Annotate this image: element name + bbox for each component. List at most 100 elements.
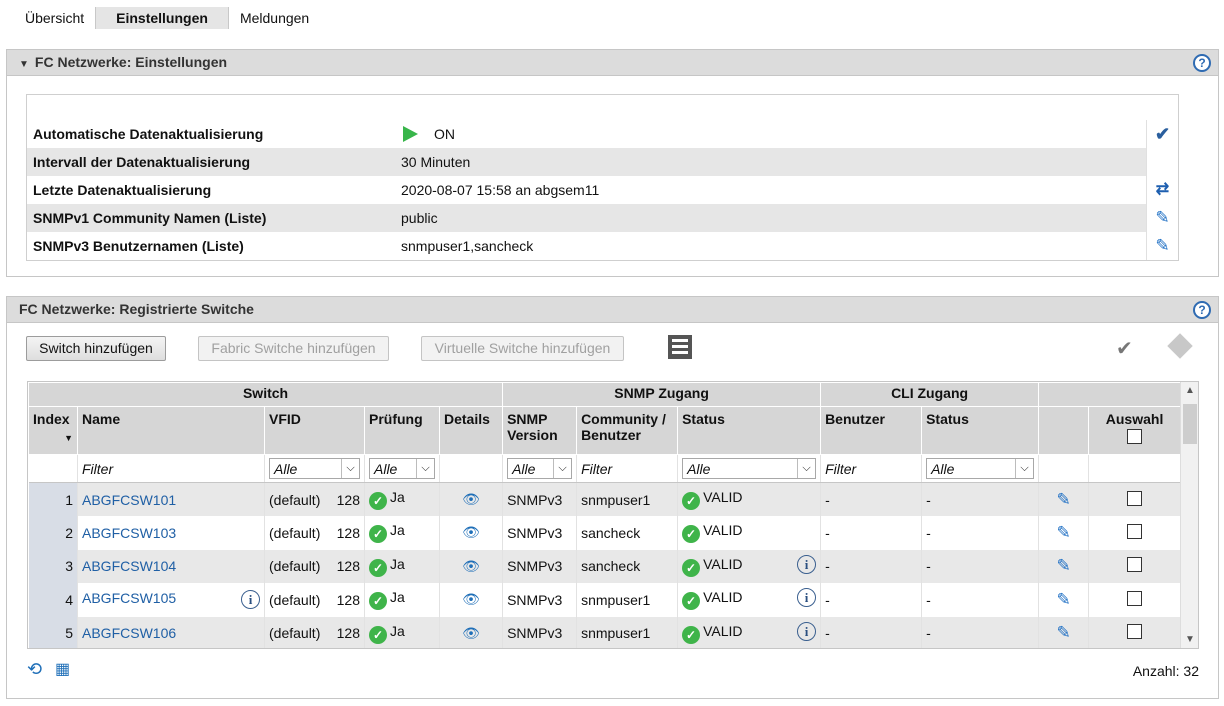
refresh-icon[interactable]: ⇄ xyxy=(1156,176,1169,204)
info-icon[interactable]: i xyxy=(797,621,817,641)
check-ok-icon: ✓ xyxy=(369,492,387,510)
scroll-thumb[interactable] xyxy=(1183,404,1197,444)
info-icon[interactable]: i xyxy=(797,588,817,608)
edit-pencil-icon[interactable]: ✎ xyxy=(1056,623,1070,642)
column-header-pruefung[interactable]: Prüfung xyxy=(364,406,440,455)
switch-name-link[interactable]: ABGFCSW105 xyxy=(82,590,176,606)
check-ok-icon: ✓ xyxy=(682,592,701,611)
setting-row-snmpv3: SNMPv3 Benutzernamen (Liste) snmpuser1,s… xyxy=(27,232,1178,260)
apply-check-icon[interactable]: ✔ xyxy=(1116,336,1133,361)
tab-einstellungen[interactable]: Einstellungen xyxy=(95,7,229,29)
edit-pencil-icon[interactable]: ✎ xyxy=(1056,523,1070,542)
group-header-cli: CLI Zugang xyxy=(820,382,1040,407)
table-row: 2 ABGFCSW103 (default) 128 ✓ Ja 👁 SNMPv3 s… xyxy=(28,516,1182,550)
switch-name-link[interactable]: ABGFCSW103 xyxy=(82,525,176,541)
edit-pencil-icon[interactable]: ✎ xyxy=(1056,590,1070,609)
community-filter-input[interactable]: Filter xyxy=(576,454,679,483)
settings-panel: ▼ FC Netzwerke: Einstellungen ? Automatis… xyxy=(6,49,1219,277)
status-value: VALID xyxy=(703,589,743,606)
tab-uebersicht[interactable]: Übersicht xyxy=(14,7,95,29)
eye-icon[interactable]: 👁 xyxy=(462,524,480,540)
add-fabric-switch-button[interactable]: Fabric Switche hinzufügen xyxy=(198,336,389,361)
column-header-cli-status[interactable]: Status xyxy=(921,406,1040,455)
check-ok-icon: ✓ xyxy=(369,592,387,611)
column-label: Index xyxy=(33,411,70,427)
row-index: 3 xyxy=(28,549,78,583)
cli-user: - xyxy=(820,516,923,550)
collapse-triangle-icon[interactable]: ▼ xyxy=(19,59,29,70)
scroll-down-icon[interactable]: ▼ xyxy=(1181,634,1198,645)
settings-panel-header[interactable]: ▼ FC Netzwerke: Einstellungen ? xyxy=(7,50,1218,76)
cli-status: - xyxy=(921,482,1040,516)
history-clock-icon[interactable]: ⟲ xyxy=(27,659,42,680)
eraser-icon[interactable] xyxy=(1167,333,1193,359)
add-switch-button[interactable]: Switch hinzufügen xyxy=(26,336,166,361)
column-header-status[interactable]: Status xyxy=(677,406,822,455)
benutzer-filter-input[interactable]: Filter xyxy=(820,454,923,483)
status-value: VALID xyxy=(703,522,743,539)
community-value: sancheck xyxy=(576,516,679,550)
help-icon[interactable]: ? xyxy=(1193,54,1211,72)
row-index: 5 xyxy=(28,616,78,648)
row-index: 1 xyxy=(28,482,78,516)
status-value: VALID xyxy=(703,622,743,639)
column-header-name[interactable]: Name xyxy=(77,406,265,455)
row-select-checkbox[interactable] xyxy=(1127,523,1143,539)
info-icon[interactable]: i xyxy=(797,554,817,574)
snmp-version-filter-select[interactable]: Alle ⌵ xyxy=(507,458,573,479)
switch-name-link[interactable]: ABGFCSW106 xyxy=(82,625,176,641)
snmp-version: SNMPv3 xyxy=(502,482,578,516)
help-icon[interactable]: ? xyxy=(1193,301,1211,319)
table-scrollbar[interactable]: ▲ ▼ xyxy=(1180,382,1198,648)
status-filter-select[interactable]: Alle ⌵ xyxy=(682,458,817,479)
eye-icon[interactable]: 👁 xyxy=(462,591,480,607)
add-virtual-switch-button[interactable]: Virtuelle Switche hinzufügen xyxy=(421,336,624,361)
eye-icon[interactable]: 👁 xyxy=(462,491,480,507)
setting-value: public xyxy=(401,210,438,226)
chevron-down-icon: ⌵ xyxy=(416,459,434,478)
group-header-snmp: SNMP Zugang xyxy=(502,382,822,407)
check-ok-icon: ✓ xyxy=(682,525,701,544)
column-header-index[interactable]: Index ▼ xyxy=(28,406,78,455)
setting-value: 30 Minuten xyxy=(401,154,471,170)
chevron-down-icon: ⌵ xyxy=(797,459,815,478)
column-label: Auswahl xyxy=(1105,411,1164,427)
tab-bar: Übersicht Einstellungen Meldungen xyxy=(14,7,320,29)
switch-name-link[interactable]: ABGFCSW101 xyxy=(82,492,176,508)
check-ok-icon: ✓ xyxy=(682,625,701,644)
edit-pencil-icon[interactable]: ✎ xyxy=(1056,556,1070,575)
edit-pencil-icon[interactable]: ✎ xyxy=(1155,204,1169,232)
snmp-version: SNMPv3 xyxy=(502,549,578,583)
name-filter-input[interactable]: Filter xyxy=(77,454,265,483)
eye-icon[interactable]: 👁 xyxy=(462,625,480,641)
export-table-icon[interactable]: ▦ xyxy=(55,659,70,679)
row-select-checkbox[interactable] xyxy=(1127,490,1143,506)
column-header-snmp-version[interactable]: SNMP Version xyxy=(502,406,578,455)
column-header-vfid[interactable]: VFID xyxy=(264,406,365,455)
pruefung-filter-select[interactable]: Alle ⌵ xyxy=(369,458,435,479)
column-header-community[interactable]: Community / Benutzer xyxy=(576,406,679,455)
play-icon xyxy=(403,126,418,142)
cli-status-filter-select[interactable]: Alle ⌵ xyxy=(926,458,1035,479)
table-row: 5 ABGFCSW106 (default) 128 ✓ Ja 👁 SNMPv3 s… xyxy=(28,616,1182,648)
vfid-filter-select[interactable]: Alle ⌵ xyxy=(269,458,360,479)
switch-name-link[interactable]: ABGFCSW104 xyxy=(82,558,176,574)
menu-icon[interactable] xyxy=(668,335,692,359)
info-icon[interactable]: i xyxy=(241,590,260,610)
select-all-checkbox[interactable] xyxy=(1127,429,1143,444)
edit-pencil-icon[interactable]: ✎ xyxy=(1155,232,1169,260)
column-header-benutzer[interactable]: Benutzer xyxy=(820,406,923,455)
row-select-checkbox[interactable] xyxy=(1127,590,1143,606)
setting-key: SNMPv3 Benutzernamen (Liste) xyxy=(33,238,244,254)
scroll-up-icon[interactable]: ▲ xyxy=(1181,385,1198,396)
row-select-checkbox[interactable] xyxy=(1127,557,1143,573)
pruefung-value: Ja xyxy=(390,622,405,639)
edit-pencil-icon[interactable]: ✎ xyxy=(1056,490,1070,509)
column-header-details[interactable]: Details xyxy=(438,406,504,455)
table-row: 4 ABGFCSW105 i (default) 128 ✓ Ja 👁 SNMPv3 … xyxy=(28,583,1182,617)
pruefung-value: Ja xyxy=(390,555,405,572)
row-select-checkbox[interactable] xyxy=(1127,624,1143,640)
eye-icon[interactable]: 👁 xyxy=(462,558,480,574)
tab-meldungen[interactable]: Meldungen xyxy=(229,7,320,29)
checkmark-icon[interactable]: ✔ xyxy=(1155,120,1170,148)
